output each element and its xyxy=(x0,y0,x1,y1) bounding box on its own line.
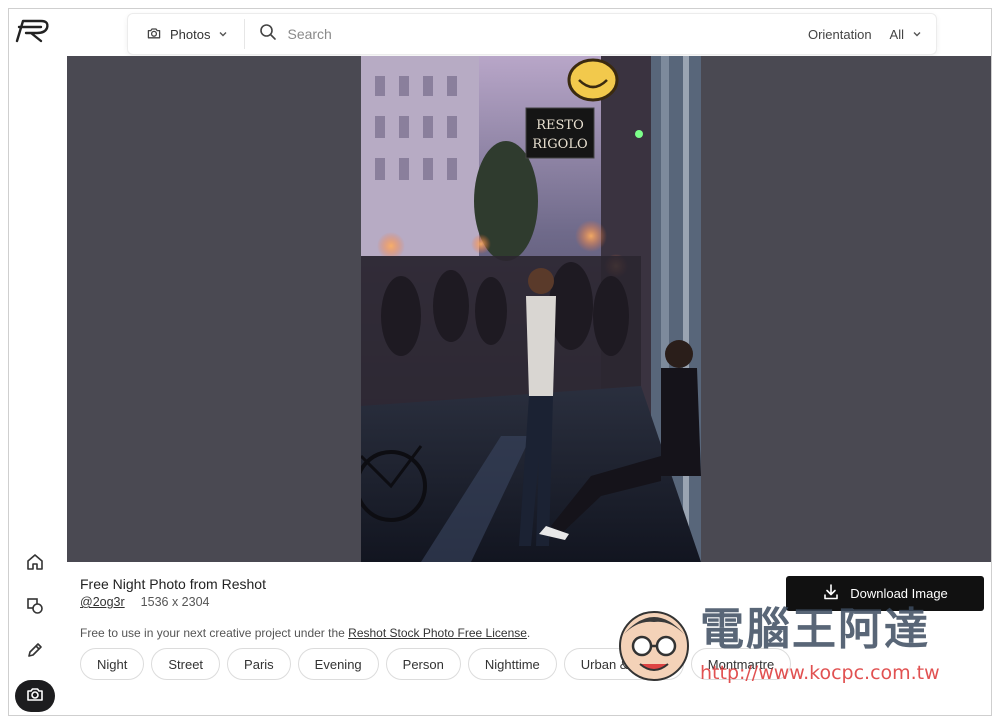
home-icon xyxy=(25,552,45,577)
orientation-filter: Orientation All xyxy=(808,27,936,42)
orientation-value: All xyxy=(889,26,904,42)
shapes-icon xyxy=(25,596,45,621)
orientation-select[interactable]: All xyxy=(890,27,922,42)
app-window: Photos Orientation All xyxy=(8,8,992,716)
photo-preview[interactable]: RESTO RIGOLO xyxy=(361,56,701,562)
icons-button[interactable] xyxy=(15,636,55,668)
author-link[interactable]: @2og3r xyxy=(80,595,125,609)
media-type-select[interactable]: Photos xyxy=(128,19,246,49)
pencil-icon xyxy=(25,640,45,665)
chevron-down-icon xyxy=(912,27,922,42)
tag-chip[interactable]: Person xyxy=(385,648,461,680)
tag-chip[interactable]: Montmartre xyxy=(690,648,792,680)
graphics-button[interactable] xyxy=(15,592,55,624)
photo-dimensions: 1536 x 2304 xyxy=(140,595,210,609)
tag-chip[interactable]: Night xyxy=(80,648,145,680)
media-type-label: Photos xyxy=(170,26,211,42)
photo-stage: RESTO RIGOLO xyxy=(67,56,991,562)
sidebar xyxy=(9,9,67,715)
download-button[interactable]: Download Image xyxy=(786,576,984,611)
tag-chip[interactable]: Nighttime xyxy=(467,648,557,680)
camera-icon xyxy=(25,684,45,709)
download-icon xyxy=(822,583,840,604)
search-area xyxy=(245,14,807,54)
home-button[interactable] xyxy=(15,548,55,580)
photo-info-panel: Free Night Photo from Reshot @2og3r 1536… xyxy=(67,562,991,715)
tag-chip[interactable]: Evening xyxy=(297,648,379,680)
license-text: Free to use in your next creative projec… xyxy=(80,626,530,640)
reshot-logo[interactable] xyxy=(13,17,55,45)
tag-chip[interactable]: Paris xyxy=(227,648,291,680)
license-suffix: . xyxy=(526,626,531,640)
chevron-down-icon xyxy=(218,27,228,42)
sign-text-2: RIGOLO xyxy=(532,137,587,152)
camera-icon xyxy=(146,25,162,44)
license-prefix: Free to use in your next creative projec… xyxy=(80,626,349,640)
sign-text-1: RESTO xyxy=(536,118,584,133)
tag-list: Night Street Paris Evening Person Nightt… xyxy=(80,648,792,680)
download-label: Download Image xyxy=(850,586,948,601)
orientation-label: Orientation xyxy=(807,26,872,42)
tag-chip[interactable]: Urban & Street xyxy=(563,648,684,680)
search-icon xyxy=(259,23,277,46)
search-bar: Photos Orientation All xyxy=(127,13,937,55)
photo-meta: @2og3r 1536 x 2304 xyxy=(80,595,209,609)
search-input[interactable] xyxy=(287,26,588,42)
photo-title: Free Night Photo from Reshot xyxy=(80,576,266,592)
photos-button[interactable] xyxy=(15,680,55,712)
license-link[interactable]: Reshot Stock Photo Free License xyxy=(348,626,527,640)
tag-chip[interactable]: Street xyxy=(151,648,221,680)
